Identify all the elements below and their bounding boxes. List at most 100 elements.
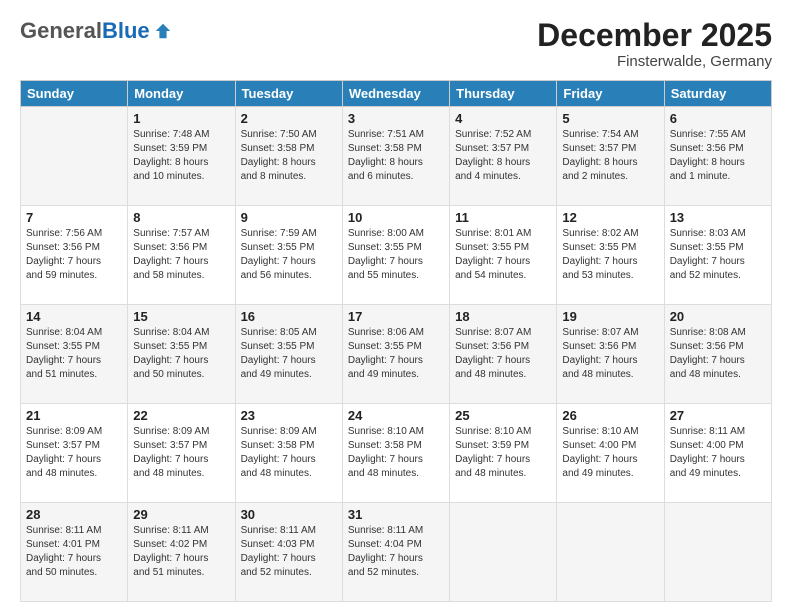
calendar-cell — [557, 503, 664, 602]
cell-content: Sunrise: 8:08 AM Sunset: 3:56 PM Dayligh… — [670, 326, 766, 382]
calendar-week-row: 21 Sunrise: 8:09 AM Sunset: 3:57 PM Dayli… — [21, 404, 772, 503]
calendar-cell: 25 Sunrise: 8:10 AM Sunset: 3:59 PM Dayli… — [450, 404, 557, 503]
calendar-cell: 11 Sunrise: 8:01 AM Sunset: 3:55 PM Dayli… — [450, 206, 557, 305]
weekday-header: Tuesday — [235, 81, 342, 107]
location-subtitle: Finsterwalde, Germany — [537, 53, 772, 70]
day-number: 9 — [241, 210, 337, 225]
cell-content: Sunrise: 8:00 AM Sunset: 3:55 PM Dayligh… — [348, 227, 444, 283]
cell-content: Sunrise: 7:54 AM Sunset: 3:57 PM Dayligh… — [562, 128, 658, 184]
day-number: 4 — [455, 111, 551, 126]
calendar-cell: 3 Sunrise: 7:51 AM Sunset: 3:58 PM Daylig… — [342, 107, 449, 206]
calendar-cell: 15 Sunrise: 8:04 AM Sunset: 3:55 PM Dayli… — [128, 305, 235, 404]
day-number: 25 — [455, 408, 551, 423]
day-number: 17 — [348, 309, 444, 324]
calendar-cell: 6 Sunrise: 7:55 AM Sunset: 3:56 PM Daylig… — [664, 107, 771, 206]
logo-icon — [154, 22, 172, 40]
calendar-cell: 18 Sunrise: 8:07 AM Sunset: 3:56 PM Dayli… — [450, 305, 557, 404]
day-number: 24 — [348, 408, 444, 423]
calendar-cell: 23Sunrise: 8:09 AM Sunset: 3:58 PM Dayli… — [235, 404, 342, 503]
cell-content: Sunrise: 8:11 AM Sunset: 4:01 PM Dayligh… — [26, 524, 122, 580]
calendar-cell: 14Sunrise: 8:04 AM Sunset: 3:55 PM Dayli… — [21, 305, 128, 404]
day-number: 31 — [348, 507, 444, 522]
weekday-header: Saturday — [664, 81, 771, 107]
day-number: 12 — [562, 210, 658, 225]
calendar-week-row: 14 Sunrise: 8:04 AM Sunset: 3:55 PM Dayli… — [21, 305, 772, 404]
day-number: 13 — [670, 210, 766, 225]
calendar-cell: 2Sunrise: 7:50 AM Sunset: 3:58 PM Daylig… — [235, 107, 342, 206]
weekday-header: Wednesday — [342, 81, 449, 107]
calendar-page: GeneralBlue December 2025 Finsterwalde, … — [0, 0, 792, 612]
calendar-cell: 20 Sunrise: 8:08 AM Sunset: 3:56 PM Dayli… — [664, 305, 771, 404]
day-number: 11 — [455, 210, 551, 225]
cell-content: Sunrise: 8:03 AM Sunset: 3:55 PM Dayligh… — [670, 227, 766, 283]
month-title: December 2025 — [537, 18, 772, 53]
cell-content: Sunrise: 8:04 AM Sunset: 3:55 PM Dayligh… — [133, 326, 229, 382]
day-number: 8 — [133, 210, 229, 225]
cell-content: Sunrise: 7:51 AM Sunset: 3:58 PM Dayligh… — [348, 128, 444, 184]
calendar-cell: 12 Sunrise: 8:02 AM Sunset: 3:55 PM Dayli… — [557, 206, 664, 305]
cell-content: Sunrise: 8:06 AM Sunset: 3:55 PM Dayligh… — [348, 326, 444, 382]
weekday-header: Friday — [557, 81, 664, 107]
calendar-cell: 27Sunrise: 8:11 AM Sunset: 4:00 PM Dayli… — [664, 404, 771, 503]
calendar-cell: 19Sunrise: 8:07 AM Sunset: 3:56 PM Dayli… — [557, 305, 664, 404]
day-number: 2 — [241, 111, 337, 126]
calendar-cell — [664, 503, 771, 602]
calendar-cell: 7Sunrise: 7:56 AM Sunset: 3:56 PM Daylig… — [21, 206, 128, 305]
calendar-cell: 29Sunrise: 8:11 AM Sunset: 4:02 PM Dayli… — [128, 503, 235, 602]
cell-content: Sunrise: 8:07 AM Sunset: 3:56 PM Dayligh… — [455, 326, 551, 382]
cell-content: Sunrise: 7:52 AM Sunset: 3:57 PM Dayligh… — [455, 128, 551, 184]
cell-content: Sunrise: 8:05 AM Sunset: 3:55 PM Dayligh… — [241, 326, 337, 382]
day-number: 21 — [26, 408, 122, 423]
day-number: 16 — [241, 309, 337, 324]
calendar-cell: 8 Sunrise: 7:57 AM Sunset: 3:56 PM Daylig… — [128, 206, 235, 305]
day-number: 3 — [348, 111, 444, 126]
calendar-cell: 26 Sunrise: 8:10 AM Sunset: 4:00 PM Dayli… — [557, 404, 664, 503]
cell-content: Sunrise: 8:10 AM Sunset: 3:59 PM Dayligh… — [455, 425, 551, 481]
day-number: 27 — [670, 408, 766, 423]
cell-content: Sunrise: 8:09 AM Sunset: 3:57 PM Dayligh… — [133, 425, 229, 481]
day-number: 29 — [133, 507, 229, 522]
weekday-header: Thursday — [450, 81, 557, 107]
calendar-cell: 13 Sunrise: 8:03 AM Sunset: 3:55 PM Dayli… — [664, 206, 771, 305]
logo: GeneralBlue — [20, 18, 172, 44]
cell-content: Sunrise: 7:57 AM Sunset: 3:56 PM Dayligh… — [133, 227, 229, 283]
calendar-week-row: 1Sunrise: 7:48 AM Sunset: 3:59 PM Daylig… — [21, 107, 772, 206]
day-number: 20 — [670, 309, 766, 324]
weekday-header: Monday — [128, 81, 235, 107]
cell-content: Sunrise: 8:09 AM Sunset: 3:58 PM Dayligh… — [241, 425, 337, 481]
day-number: 15 — [133, 309, 229, 324]
day-number: 26 — [562, 408, 658, 423]
cell-content: Sunrise: 7:55 AM Sunset: 3:56 PM Dayligh… — [670, 128, 766, 184]
calendar-cell: 17 Sunrise: 8:06 AM Sunset: 3:55 PM Dayli… — [342, 305, 449, 404]
cell-content: Sunrise: 7:48 AM Sunset: 3:59 PM Dayligh… — [133, 128, 229, 184]
calendar-cell: 1Sunrise: 7:48 AM Sunset: 3:59 PM Daylig… — [128, 107, 235, 206]
logo-general: GeneralBlue — [20, 18, 150, 44]
day-number: 10 — [348, 210, 444, 225]
calendar-cell — [450, 503, 557, 602]
cell-content: Sunrise: 8:09 AM Sunset: 3:57 PM Dayligh… — [26, 425, 122, 481]
cell-content: Sunrise: 8:02 AM Sunset: 3:55 PM Dayligh… — [562, 227, 658, 283]
cell-content: Sunrise: 8:11 AM Sunset: 4:04 PM Dayligh… — [348, 524, 444, 580]
cell-content: Sunrise: 8:11 AM Sunset: 4:03 PM Dayligh… — [241, 524, 337, 580]
day-number: 14 — [26, 309, 122, 324]
calendar-cell: 30Sunrise: 8:11 AM Sunset: 4:03 PM Dayli… — [235, 503, 342, 602]
calendar-cell — [21, 107, 128, 206]
calendar-cell: 22 Sunrise: 8:09 AM Sunset: 3:57 PM Dayli… — [128, 404, 235, 503]
cell-content: Sunrise: 7:59 AM Sunset: 3:55 PM Dayligh… — [241, 227, 337, 283]
page-header: GeneralBlue December 2025 Finsterwalde, … — [20, 18, 772, 70]
calendar-cell: 16 Sunrise: 8:05 AM Sunset: 3:55 PM Dayli… — [235, 305, 342, 404]
calendar-cell: 9 Sunrise: 7:59 AM Sunset: 3:55 PM Daylig… — [235, 206, 342, 305]
day-number: 6 — [670, 111, 766, 126]
calendar-week-row: 28Sunrise: 8:11 AM Sunset: 4:01 PM Dayli… — [21, 503, 772, 602]
day-number: 18 — [455, 309, 551, 324]
calendar-cell: 28Sunrise: 8:11 AM Sunset: 4:01 PM Dayli… — [21, 503, 128, 602]
day-number: 22 — [133, 408, 229, 423]
cell-content: Sunrise: 8:10 AM Sunset: 3:58 PM Dayligh… — [348, 425, 444, 481]
calendar-cell: 5Sunrise: 7:54 AM Sunset: 3:57 PM Daylig… — [557, 107, 664, 206]
weekday-header-row: SundayMondayTuesdayWednesdayThursdayFrid… — [21, 81, 772, 107]
day-number: 19 — [562, 309, 658, 324]
cell-content: Sunrise: 8:10 AM Sunset: 4:00 PM Dayligh… — [562, 425, 658, 481]
calendar-cell: 24 Sunrise: 8:10 AM Sunset: 3:58 PM Dayli… — [342, 404, 449, 503]
cell-content: Sunrise: 8:01 AM Sunset: 3:55 PM Dayligh… — [455, 227, 551, 283]
title-block: December 2025 Finsterwalde, Germany — [537, 18, 772, 70]
